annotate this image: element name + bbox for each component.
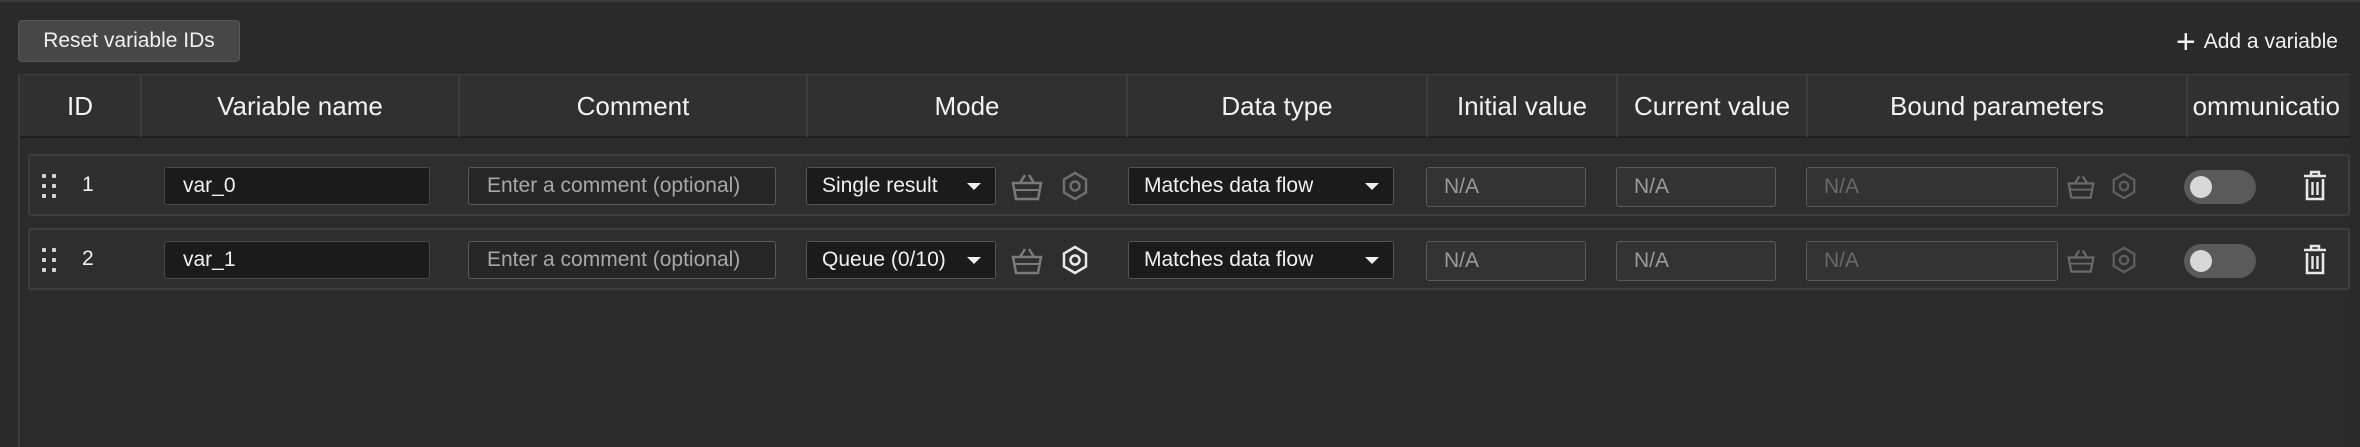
bound-parameters-input[interactable]: N/A <box>1806 241 2058 281</box>
reset-variable-ids-button[interactable]: Reset variable IDs <box>18 20 240 62</box>
plus-icon: + <box>2175 23 2196 61</box>
col-header-current-value[interactable]: Current value <box>1618 75 1808 137</box>
col-header-variable-name[interactable]: Variable name <box>142 75 460 137</box>
table-header: ID Variable name Comment Mode Data type … <box>20 74 2350 138</box>
chevron-down-icon <box>1365 182 1379 190</box>
add-variable-label: Add a variable <box>2203 30 2338 53</box>
row-id: 2 <box>82 247 94 270</box>
table-row: 1 var_0 Enter a comment (optional) Singl… <box>28 154 2350 216</box>
bound-parameters-input[interactable]: N/A <box>1806 167 2058 207</box>
basket-icon[interactable] <box>2066 247 2096 275</box>
comment-input[interactable]: Enter a comment (optional) <box>468 167 776 205</box>
mode-select[interactable]: Single result <box>806 167 996 205</box>
data-type-select[interactable]: Matches data flow <box>1128 241 1394 279</box>
hex-settings-icon[interactable] <box>1060 171 1090 201</box>
toggle-knob <box>2190 250 2212 272</box>
communication-toggle[interactable] <box>2184 170 2256 204</box>
col-header-communication[interactable]: ommunicatio <box>2188 75 2350 137</box>
col-header-id[interactable]: ID <box>20 75 142 137</box>
basket-icon[interactable] <box>1010 246 1044 276</box>
data-type-select[interactable]: Matches data flow <box>1128 167 1394 205</box>
row-id: 1 <box>82 173 94 196</box>
chevron-down-icon <box>967 182 981 190</box>
mode-select-value: Queue (0/10) <box>822 248 946 271</box>
current-value-input[interactable]: N/A <box>1616 167 1776 207</box>
add-variable-button[interactable]: + Add a variable <box>2176 22 2338 62</box>
basket-icon[interactable] <box>2066 173 2096 201</box>
col-header-mode[interactable]: Mode <box>808 75 1128 137</box>
variable-name-input[interactable]: var_0 <box>164 167 430 205</box>
trash-icon[interactable] <box>2302 244 2328 276</box>
comment-input[interactable]: Enter a comment (optional) <box>468 241 776 279</box>
chevron-down-icon <box>1365 256 1379 264</box>
hex-settings-icon[interactable] <box>1060 245 1090 275</box>
table-row: 2 var_1 Enter a comment (optional) Queue… <box>28 228 2350 290</box>
hex-settings-icon[interactable] <box>2110 246 2138 274</box>
col-header-data-type[interactable]: Data type <box>1128 75 1428 137</box>
hex-settings-icon[interactable] <box>2110 172 2138 200</box>
drag-handle-icon[interactable] <box>42 174 60 200</box>
col-header-bound-parameters[interactable]: Bound parameters <box>1808 75 2188 137</box>
initial-value-input[interactable]: N/A <box>1426 167 1586 207</box>
data-type-select-value: Matches data flow <box>1144 174 1314 197</box>
trash-icon[interactable] <box>2302 170 2328 202</box>
current-value-input[interactable]: N/A <box>1616 241 1776 281</box>
drag-handle-icon[interactable] <box>42 248 60 274</box>
variables-panel-root: Reset variable IDs + Add a variable ID V… <box>0 0 2360 447</box>
variables-table: ID Variable name Comment Mode Data type … <box>18 74 2350 447</box>
mode-select-value: Single result <box>822 174 938 197</box>
col-header-initial-value[interactable]: Initial value <box>1428 75 1618 137</box>
basket-icon[interactable] <box>1010 172 1044 202</box>
toggle-knob <box>2190 176 2212 198</box>
top-border <box>0 0 2360 2</box>
communication-toggle[interactable] <box>2184 244 2256 278</box>
initial-value-input[interactable]: N/A <box>1426 241 1586 281</box>
chevron-down-icon <box>967 256 981 264</box>
mode-select[interactable]: Queue (0/10) <box>806 241 996 279</box>
col-header-comment[interactable]: Comment <box>460 75 808 137</box>
data-type-select-value: Matches data flow <box>1144 248 1314 271</box>
variable-name-input[interactable]: var_1 <box>164 241 430 279</box>
